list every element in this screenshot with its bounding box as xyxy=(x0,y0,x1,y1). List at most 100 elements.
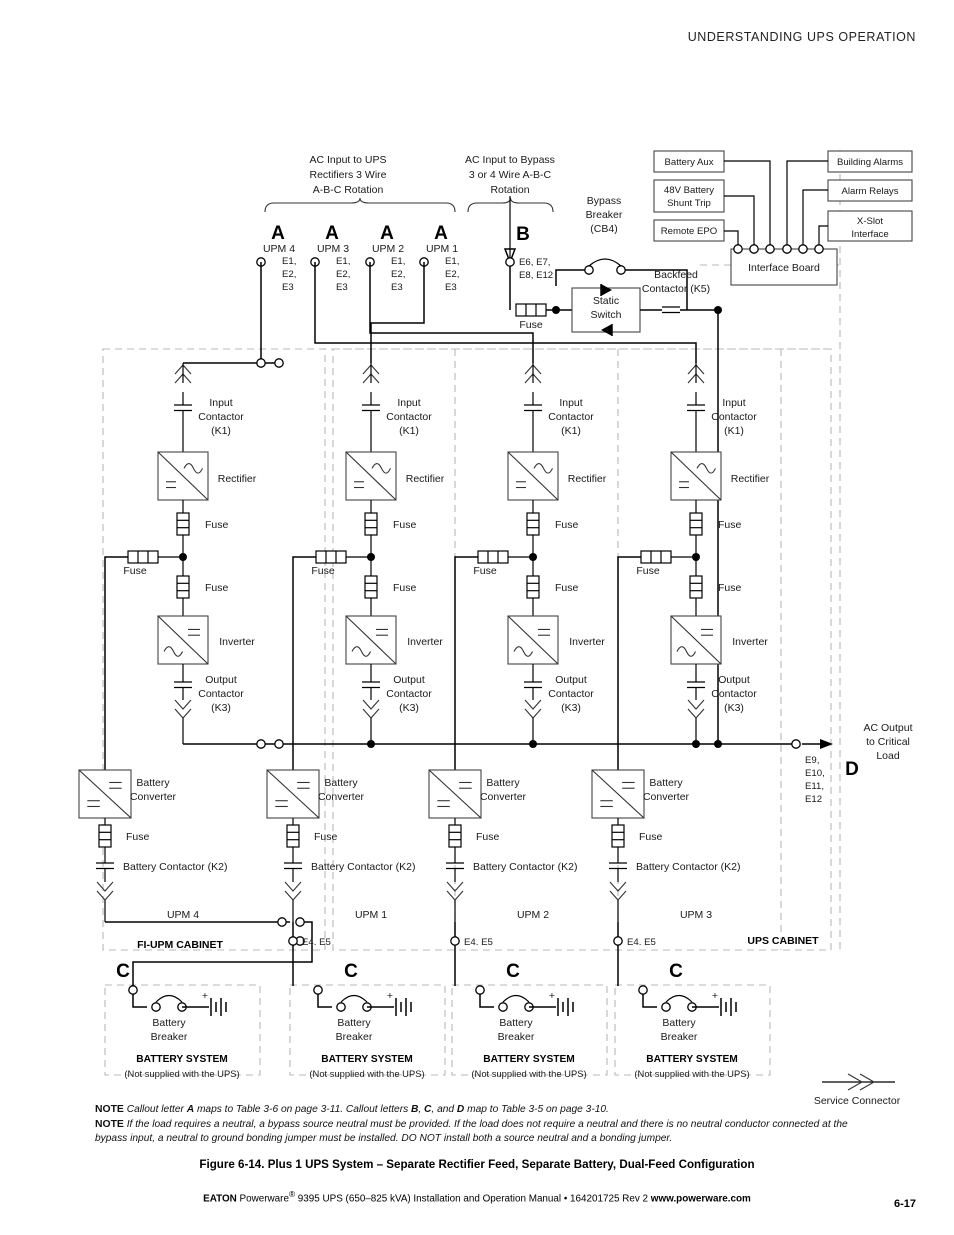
ac-output-label-2: Load xyxy=(876,750,900,762)
ac-output-terminal-1: E10, xyxy=(805,768,825,779)
battery-system-terminal-2 xyxy=(475,985,485,995)
feed-terminal-label-0-1: E2, xyxy=(282,269,296,280)
dc-fuse-top-3 xyxy=(689,512,703,536)
module-terminal-label-3: E4. E5 xyxy=(627,937,656,948)
notes-block: NOTE Callout letter A maps to Table 3-6 … xyxy=(95,1103,865,1147)
terminal-node xyxy=(336,1002,346,1012)
feed-terminal-label-3-1: E2, xyxy=(445,269,459,280)
battery-cells-2 xyxy=(557,998,574,1016)
output-bus-junction-1 xyxy=(529,740,537,748)
feed-terminal-label-2-2: E3 xyxy=(391,282,403,293)
dc-fuse-bottom-label-1: Fuse xyxy=(393,582,417,594)
rectifier-symbol-1 xyxy=(345,451,397,501)
battery-converter-label-2-0: Battery xyxy=(486,777,520,789)
output-contactor-label-0-0: Output xyxy=(205,674,237,686)
rectifier-symbol-0 xyxy=(157,451,209,501)
inverter-symbol-1 xyxy=(345,615,397,665)
battery-fuse-label-3: Fuse xyxy=(639,831,663,843)
ups-cabinet-label: UPS CABINET xyxy=(747,935,819,947)
callout-b: B xyxy=(516,224,530,245)
input-contactor-label-3-1: Contactor xyxy=(711,411,757,423)
output-contactor-label-2-1: Contactor xyxy=(548,688,594,700)
input-contactor-label-3-0: Input xyxy=(722,397,745,409)
rectifier-feed-label-line-1: Rectifiers 3 Wire xyxy=(309,169,386,181)
feed-terminal-label-1-2: E3 xyxy=(336,282,348,293)
fi-upm-feed-node-a xyxy=(256,358,266,368)
upm-module-id-2: UPM 2 xyxy=(517,909,549,921)
bypass-feed-label-line-1: 3 or 4 Wire A-B-C xyxy=(469,169,552,181)
rectifier-label-0: Rectifier xyxy=(218,473,257,485)
battery-system-sub-3: (Not supplied with the UPS) xyxy=(634,1068,749,1079)
feed-terminal-label-1-1: E2, xyxy=(336,269,350,280)
input-contactor-0 xyxy=(174,404,192,412)
output-bus-junction-0 xyxy=(367,740,375,748)
interface-board-pin-1 xyxy=(749,244,759,254)
bypass-breaker-label-line-0: Bypass xyxy=(587,195,621,207)
battery-system-sub-2: (Not supplied with the UPS) xyxy=(471,1068,586,1079)
terminal-node xyxy=(151,1002,161,1012)
terminal-node xyxy=(661,1002,671,1012)
battery-branch-fuse-1 xyxy=(315,550,347,564)
upm-module-0: Input Contactor (K1) Rectifier Fuse Fuse Fuse I… xyxy=(78,363,257,922)
battery-converter-symbol-0 xyxy=(78,769,132,819)
output-contactor-label-2-0: Output xyxy=(555,674,587,686)
output-contactor-label-0-2: (K3) xyxy=(211,702,231,714)
input-contactor-3 xyxy=(687,404,705,412)
battery-breaker-label-0-1: Breaker xyxy=(151,1031,188,1043)
battery-contactor-label-3: Battery Contactor (K2) xyxy=(636,861,740,873)
interface-box-left-label-0-0: Battery Aux xyxy=(664,157,713,168)
inverter-symbol-2 xyxy=(507,615,559,665)
rectifier-feed-label-line-2: A-B-C Rotation xyxy=(313,184,384,196)
note-1-p6: , and xyxy=(431,1104,457,1115)
static-switch-label-0: Static xyxy=(593,295,619,307)
battery-converter-label-0-1: Converter xyxy=(130,791,177,803)
battery-breaker-label-0-0: Battery xyxy=(152,1017,186,1029)
interface-box-right-label-2-0: X-Slot xyxy=(857,216,883,227)
battery-system-1: BATTERY SYSTEM (Not supplied with the UPS… xyxy=(289,961,446,1079)
battery-breaker-label-2-1: Breaker xyxy=(498,1031,535,1043)
fi-upm-link-node-b xyxy=(295,917,305,927)
output-contactor-arrow-3 xyxy=(687,699,705,719)
fi-upm-cabinet-outline xyxy=(102,348,326,951)
fi-upm-feed-node-b xyxy=(274,358,284,368)
upm-module-id-3: UPM 3 xyxy=(680,909,712,921)
interface-section: Battery Aux 48V Battery Shunt Trip Remote E… xyxy=(653,150,913,286)
note-1-p0: Callout letter xyxy=(126,1104,187,1115)
dc-fuse-bottom-2 xyxy=(526,575,540,599)
note-2: NOTE If the load requires a neutral, a b… xyxy=(95,1118,865,1147)
interface-box-left-label-1-0: 48V Battery xyxy=(664,185,714,196)
output-contactor-label-1-2: (K3) xyxy=(399,702,419,714)
battery-contactor-arrow-1 xyxy=(284,881,302,901)
battery-system-sub-1: (Not supplied with the UPS) xyxy=(309,1068,424,1079)
output-contactor-1 xyxy=(362,681,380,689)
output-contactor-arrow-0 xyxy=(174,699,192,719)
bypass-breaker-label-line-1: Breaker xyxy=(586,209,623,221)
feed-terminal-label-0-0: E1, xyxy=(282,256,296,267)
battery-contactor-arrow-0 xyxy=(96,881,114,901)
battery-breaker-label-3-0: Battery xyxy=(662,1017,696,1029)
inverter-symbol-0 xyxy=(157,615,209,665)
dc-fuse-top-2 xyxy=(526,512,540,536)
interface-board-pin-0 xyxy=(733,244,743,254)
battery-system-title-0: BATTERY SYSTEM xyxy=(136,1054,228,1065)
note-label-1: NOTE xyxy=(95,1104,124,1115)
battery-breaker-2 xyxy=(498,994,534,1012)
battery-system-terminal-3 xyxy=(638,985,648,995)
battery-converter-label-1-0: Battery xyxy=(324,777,358,789)
battery-system-2: BATTERY SYSTEM (Not supplied with the UPS… xyxy=(451,961,608,1079)
battery-fuse-label-2: Fuse xyxy=(476,831,500,843)
battery-breaker-label-2-0: Battery xyxy=(499,1017,533,1029)
ac-output-terminal-2: E11, xyxy=(805,781,824,792)
battery-branch-fuse-3 xyxy=(640,550,672,564)
upm-module-2: Input Contactor (K1) Rectifier Fuse Fuse Fuse I… xyxy=(428,363,607,922)
battery-cells-0 xyxy=(210,998,227,1016)
terminal-node xyxy=(498,1002,508,1012)
input-contactor-label-2-0: Input xyxy=(559,397,582,409)
battery-system-3: BATTERY SYSTEM (Not supplied with the UPS… xyxy=(614,961,771,1079)
footer-t1: Powerware xyxy=(236,1193,289,1205)
figure-caption: Figure 6-14. Plus 1 UPS System – Separat… xyxy=(199,1158,755,1171)
feed-terminal-label-1-0: E1, xyxy=(336,256,350,267)
output-contactor-label-3-1: Contactor xyxy=(711,688,757,700)
battery-branch-fuse-2 xyxy=(477,550,509,564)
battery-branch-fuse-label-2: Fuse xyxy=(473,565,497,577)
